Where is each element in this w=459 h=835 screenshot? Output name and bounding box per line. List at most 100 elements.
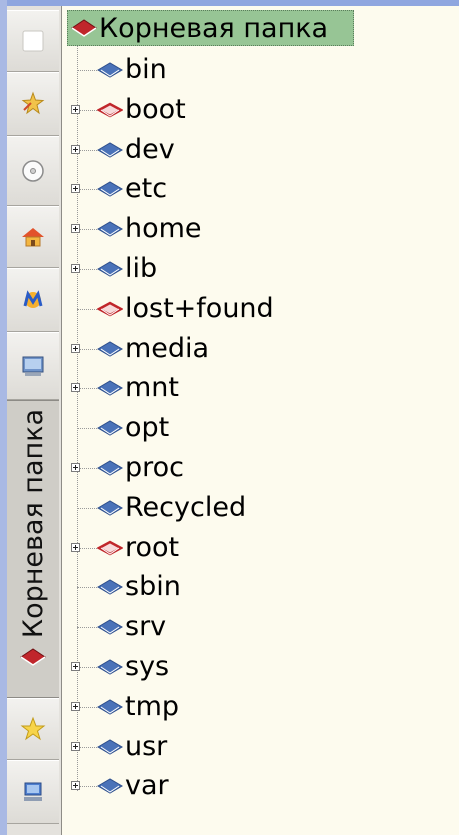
computer-screen-icon — [22, 356, 44, 376]
folder-icon — [97, 380, 123, 396]
tree-branch-line — [77, 627, 97, 629]
sidebar-tab-home[interactable] — [7, 206, 59, 268]
tree-item-label: etc — [125, 173, 168, 205]
network-m-icon — [23, 290, 43, 308]
tree-branch-line — [77, 547, 97, 549]
tree-item-label: usr — [125, 730, 168, 762]
folder-icon — [97, 341, 123, 357]
folder-icon — [97, 778, 123, 794]
tree-item[interactable]: tmp — [67, 689, 447, 725]
folder-icon — [97, 739, 123, 755]
root-folder-icon — [20, 648, 46, 666]
tree-branch-line — [77, 786, 97, 788]
tree-root-item[interactable]: Корневая папка — [67, 10, 354, 46]
tree-item-label: mnt — [125, 372, 179, 404]
home-icon — [22, 228, 44, 247]
folder-icon — [97, 420, 123, 436]
tree-item-label: sys — [125, 651, 170, 682]
expand-toggle-icon[interactable] — [71, 184, 80, 194]
sidebar-tab-root-folder-label: Корневая папка — [17, 409, 49, 639]
folder-icon — [97, 142, 123, 158]
tree-item[interactable]: etc — [67, 171, 447, 207]
tree-item-label: bin — [125, 54, 167, 85]
locked-folder-icon — [97, 540, 123, 556]
sidebar-tab-screen[interactable] — [7, 332, 59, 400]
tree-item[interactable]: media — [67, 331, 447, 367]
sidebar-tab-monitor[interactable] — [7, 760, 59, 824]
tree-branch-line — [77, 667, 97, 668]
tree-item-label: home — [125, 213, 202, 245]
folder-icon — [97, 261, 123, 277]
tree-item[interactable]: lib — [67, 251, 447, 287]
sidebar-tab-disk[interactable] — [7, 136, 59, 206]
tree-branch-line — [77, 269, 97, 270]
folder-icon — [97, 659, 123, 675]
tree-item[interactable]: Recycled — [67, 490, 447, 526]
sidebar-tab-root-folder[interactable]: Корневая папка — [7, 400, 59, 698]
tree-item[interactable]: usr — [67, 729, 447, 765]
sidebar-tab-blank[interactable] — [7, 10, 59, 72]
tree-branch-line — [77, 428, 97, 430]
tree-item-label: boot — [125, 93, 186, 125]
folder-icon — [97, 181, 123, 197]
expand-toggle-icon[interactable] — [71, 662, 80, 671]
tree-item-label: tmp — [125, 690, 180, 722]
tree-branch-line — [77, 706, 97, 708]
folder-icon — [97, 221, 123, 237]
tree-item[interactable]: dev — [67, 132, 447, 168]
tree-branch-line — [77, 468, 97, 469]
tree-item[interactable]: srv — [67, 609, 447, 645]
tree-item[interactable]: proc — [67, 450, 447, 486]
expand-toggle-icon[interactable] — [71, 741, 80, 751]
tree-item[interactable]: lost+found — [67, 291, 447, 327]
tree-item-label: var — [125, 770, 169, 802]
sidebar-tab-sparkle[interactable] — [7, 72, 59, 136]
expand-toggle-icon[interactable] — [71, 264, 80, 273]
expand-toggle-icon[interactable] — [71, 542, 80, 552]
monitor-icon — [24, 782, 42, 801]
folder-icon — [97, 500, 123, 516]
expand-toggle-icon[interactable] — [71, 104, 80, 114]
tree-item[interactable]: root — [67, 530, 447, 566]
tree-branch-line — [77, 229, 97, 231]
tree-item-label: proc — [125, 452, 185, 483]
expand-toggle-icon[interactable] — [71, 463, 80, 472]
sparkle-folder-icon — [21, 91, 45, 115]
tree-branch-line — [77, 189, 97, 191]
tree-root-label: Корневая папка — [99, 12, 329, 44]
tree-item[interactable]: var — [67, 768, 447, 804]
expand-toggle-icon[interactable] — [71, 144, 80, 154]
tree-item-label: lost+found — [125, 292, 274, 324]
folder-icon — [97, 62, 123, 78]
tree-item[interactable]: home — [67, 211, 447, 247]
tree-item[interactable]: boot — [67, 92, 447, 128]
tree-item[interactable]: mnt — [67, 370, 447, 406]
locked-folder-icon — [97, 102, 123, 118]
tree-item-label: opt — [125, 412, 170, 444]
star-icon — [20, 716, 46, 741]
expand-toggle-icon[interactable] — [71, 781, 80, 791]
disk-icon — [22, 160, 44, 182]
sidebar-tab-favorites[interactable] — [7, 698, 59, 760]
tree-branch-line — [77, 109, 97, 111]
tree-branch-line — [77, 746, 97, 748]
tree-branch-line — [77, 388, 97, 390]
expand-toggle-icon[interactable] — [71, 701, 80, 711]
expand-toggle-icon[interactable] — [71, 224, 80, 234]
tree-item[interactable]: opt — [67, 410, 447, 446]
tree-branch-line — [77, 587, 97, 589]
folder-icon — [97, 619, 123, 635]
blank-page-icon — [22, 30, 44, 52]
expand-toggle-icon[interactable] — [71, 383, 80, 393]
tree-item[interactable]: bin — [67, 52, 447, 88]
tree-item-label: dev — [125, 133, 175, 165]
sidebar-tab-network[interactable] — [7, 268, 59, 332]
tree-item[interactable]: sys — [67, 649, 447, 685]
tree-branch-line — [77, 70, 97, 71]
tree-branch-line — [77, 308, 97, 310]
expand-toggle-icon[interactable] — [71, 343, 80, 353]
tree-item-label: Recycled — [125, 491, 247, 523]
tree-item-label: lib — [125, 253, 158, 284]
tree-item-label: root — [125, 531, 180, 563]
tree-item[interactable]: sbin — [67, 569, 447, 605]
